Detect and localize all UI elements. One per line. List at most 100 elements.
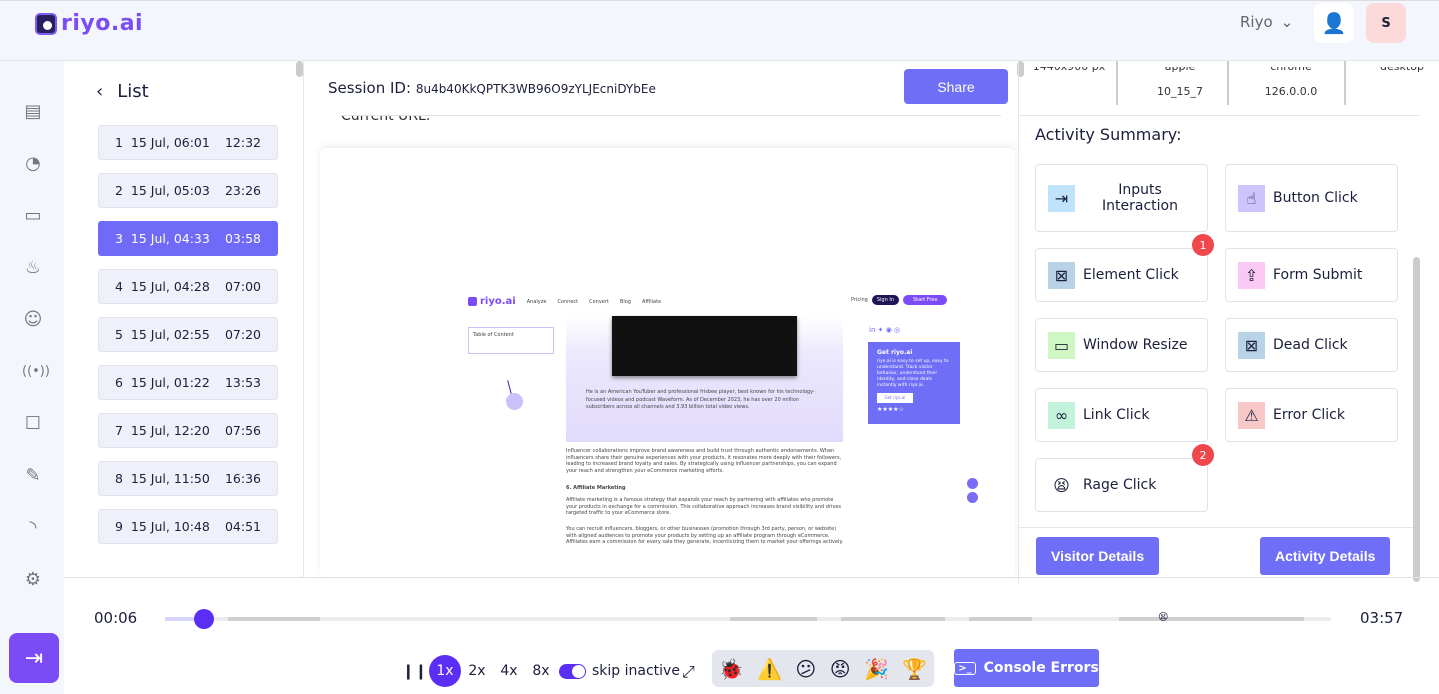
rage-click-marker[interactable]: 😫: [1158, 612, 1168, 623]
total-time: 03:57: [1360, 609, 1404, 627]
exit-button[interactable]: ⇥: [9, 633, 59, 683]
speed-4x-button[interactable]: 4x: [493, 655, 525, 687]
list-title: List: [117, 81, 149, 102]
account-menu[interactable]: Riyo ⌄: [1240, 13, 1293, 31]
activity-card[interactable]: ∞ Link Click: [1035, 388, 1208, 442]
visitor-details-button[interactable]: Visitor Details: [1036, 537, 1160, 575]
chat-icon[interactable]: ☐: [22, 413, 44, 435]
timeline-track[interactable]: 😫: [165, 609, 1331, 629]
activity-summary-title: Activity Summary:: [1035, 125, 1182, 144]
device-info: chrome126.0.0.0: [1264, 67, 1318, 98]
pause-icon: ❙❙: [402, 662, 428, 680]
preview-hero: He is an American YouTuber and professio…: [566, 316, 843, 442]
broadcast-icon[interactable]: ((•)): [22, 361, 50, 383]
bug-icon[interactable]: 🐞: [719, 657, 744, 681]
speed-8x-button[interactable]: 8x: [525, 655, 557, 687]
scroll-up-icon: [967, 478, 978, 489]
preview-logo-icon: [468, 297, 477, 306]
details-scrollbar[interactable]: [1413, 257, 1420, 582]
session-id: Session ID: 8u4b40KkQPTK3WB96O9zYLJEcniD…: [328, 79, 656, 97]
pause-button[interactable]: ❙❙: [402, 662, 427, 680]
rss-icon[interactable]: ◝: [22, 517, 44, 539]
link-icon: ∞: [1048, 401, 1075, 429]
session-list-item[interactable]: 9 15 Jul, 10:48 04:51: [98, 509, 278, 544]
count-badge: 2: [1192, 444, 1214, 466]
cursor-click-marker: [506, 393, 523, 410]
replay-viewport[interactable]: riyo.ai Analyze Connect Convert Blog Aff…: [320, 148, 1015, 577]
scroll-up-icon: [967, 492, 978, 503]
activity-details-button[interactable]: Activity Details: [1260, 537, 1391, 575]
warning-icon[interactable]: ⚠️: [757, 657, 782, 681]
current-url: Current URL:: [341, 115, 1001, 125]
details-panel: 1440x900 pxapple10_15_7chrome126.0.0.0de…: [1018, 61, 1424, 584]
share-icons: in ✦ ◉ ◎: [869, 326, 901, 334]
speed-2x-button[interactable]: 2x: [461, 655, 493, 687]
session-list-item[interactable]: 8 15 Jul, 11:50 16:36: [98, 461, 278, 496]
session-list-panel: ‹ List 1 15 Jul, 06:01 12:32 2 15 Jul, 05:0…: [64, 61, 304, 577]
device-info: 1440x900 px: [1019, 67, 1119, 85]
monitor-icon: ▭: [1048, 331, 1075, 359]
speed-1x-button[interactable]: 1x: [429, 655, 461, 687]
logo-icon: [35, 12, 57, 35]
fullscreen-icon[interactable]: ⤢: [682, 662, 695, 682]
main-panel: Session ID: 8u4b40KkQPTK3WB96O9zYLJEcniD…: [305, 61, 1024, 577]
chevron-down-icon: ⌄: [1280, 13, 1294, 31]
calendar-x-icon: ⊠: [1048, 261, 1075, 289]
sidebar-rail: ▤ ◔ ▭ ♨ ☺ ((•)) ☐ ✎ ◝ ⚙ ⇥: [0, 61, 64, 694]
logo[interactable]: riyo.ai: [35, 11, 143, 36]
session-list-item[interactable]: 4 15 Jul, 04:28 07:00: [98, 269, 278, 304]
session-list-item[interactable]: 5 15 Jul, 02:55 07:20: [98, 317, 278, 352]
skip-inactive-toggle[interactable]: skip inactive: [559, 663, 680, 679]
activity-card[interactable]: ⊠ Dead Click: [1225, 318, 1398, 372]
device-info: apple10_15_7: [1157, 67, 1203, 98]
top-header: riyo.ai Riyo ⌄ 👤 S: [0, 0, 1439, 61]
event-filter-bar: 🐞 ⚠️ 😕 😡 🎉 🏆: [712, 650, 934, 687]
activity-card[interactable]: ⇪ Form Submit: [1225, 248, 1398, 302]
count-badge: 1: [1192, 234, 1214, 256]
user-settings-button[interactable]: 👤: [1314, 3, 1354, 43]
preview-nav: riyo.ai Analyze Connect Convert Blog Aff…: [468, 296, 661, 307]
session-replay-icon[interactable]: ▤: [22, 101, 44, 123]
activity-card[interactable]: ⚠ Error Click: [1225, 388, 1398, 442]
rage-face-icon: 😫: [1048, 471, 1075, 499]
device-info: desktop: [1352, 67, 1439, 85]
list-scrollbar[interactable]: [296, 61, 303, 77]
activity-card[interactable]: ▭ Window Resize: [1035, 318, 1208, 372]
user-gear-icon: 👤: [1321, 11, 1347, 35]
party-popper-icon[interactable]: 🎉: [864, 657, 889, 681]
users-group-icon[interactable]: ☺: [22, 309, 44, 331]
file-upload-icon: ⇪: [1238, 261, 1265, 289]
share-button[interactable]: Share: [904, 69, 1008, 104]
activity-card[interactable]: 😫 Rage Click: [1035, 458, 1208, 512]
session-list-item[interactable]: 6 15 Jul, 01:22 13:53: [98, 365, 278, 400]
session-list-item[interactable]: 2 15 Jul, 05:03 23:26: [98, 173, 278, 208]
toggle-switch[interactable]: [559, 663, 586, 679]
analytics-pie-icon[interactable]: ◔: [22, 153, 44, 175]
session-list-item[interactable]: 7 15 Jul, 12:20 07:56: [98, 413, 278, 448]
timeline-handle[interactable]: [194, 609, 215, 629]
avatar[interactable]: S: [1366, 3, 1406, 43]
console-errors-button[interactable]: >_ Console Errors: [954, 649, 1099, 687]
preview-cta: Get riyo.ai riyo.ai is easy to set up, e…: [868, 342, 960, 424]
heatmap-fire-icon[interactable]: ♨: [22, 257, 44, 279]
session-list-item[interactable]: 1 15 Jul, 06:01 12:32: [98, 125, 278, 160]
trophy-icon[interactable]: 🏆: [902, 657, 927, 681]
activity-card[interactable]: ⇥ Inputs Interaction: [1035, 164, 1208, 232]
warning-triangle-icon: ⚠: [1238, 401, 1265, 429]
settings-gear-icon[interactable]: ⚙: [22, 569, 44, 591]
pointer-hand-icon: ☝: [1238, 184, 1265, 212]
input-arrow-icon: ⇥: [1048, 184, 1075, 212]
survey-icon[interactable]: ✎: [22, 465, 44, 487]
angry-face-icon[interactable]: 😡: [830, 657, 851, 681]
current-time: 00:06: [94, 609, 138, 627]
calendar-x-icon: ⊠: [1238, 331, 1265, 359]
confused-face-icon[interactable]: 😕: [795, 657, 816, 681]
exit-arrow-icon: ⇥: [24, 645, 44, 671]
activity-card[interactable]: ☝ Button Click: [1225, 164, 1398, 232]
back-chevron-icon[interactable]: ‹: [96, 81, 103, 102]
replay-player: 00:06 😫 03:57 ❙❙ 1x 2x 4x 8x skip inactive …: [64, 577, 1439, 694]
terminal-icon: >_: [954, 661, 976, 675]
video-icon[interactable]: ▭: [22, 205, 44, 227]
activity-card[interactable]: ⊠ Element Click: [1035, 248, 1208, 302]
session-list-item[interactable]: 3 15 Jul, 04:33 03:58: [98, 221, 278, 256]
